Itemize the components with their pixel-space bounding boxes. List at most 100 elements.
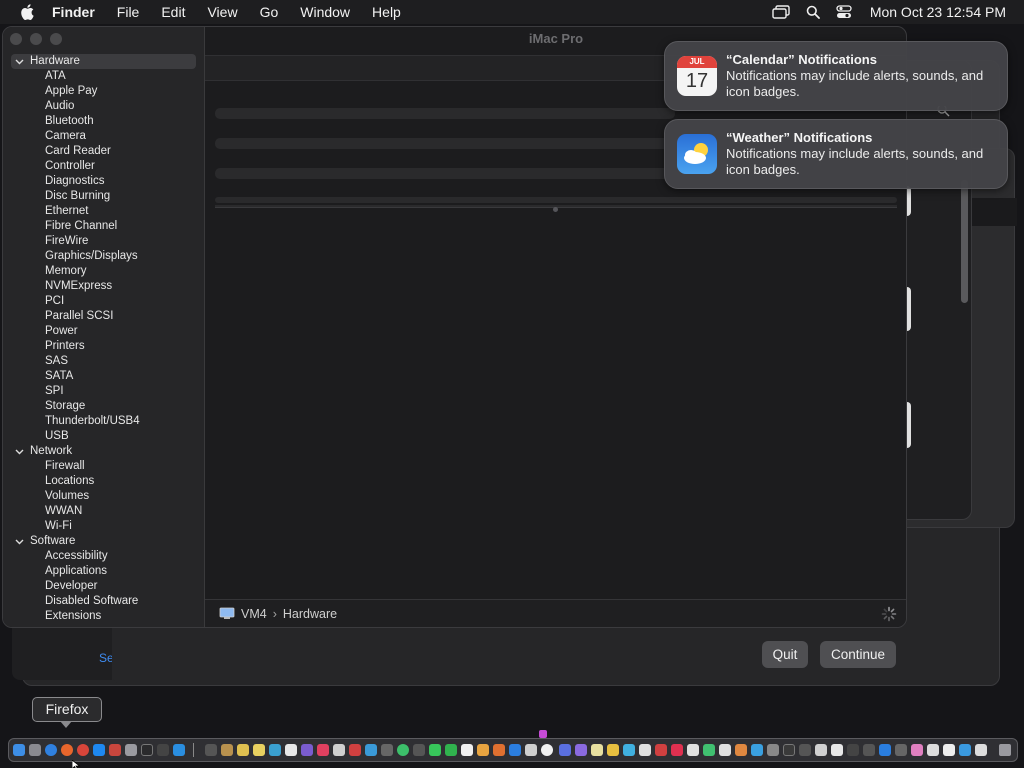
- screen-mirroring-icon[interactable]: [772, 5, 790, 19]
- continue-button[interactable]: Continue: [820, 641, 896, 668]
- dock-app-icon[interactable]: [477, 744, 489, 756]
- sidebar-item-volumes[interactable]: Volumes: [3, 489, 205, 504]
- facetime-dock-icon[interactable]: [445, 744, 457, 756]
- dock-app-icon[interactable]: [559, 744, 571, 756]
- sidebar-item-ata[interactable]: ATA: [3, 69, 205, 84]
- dock-app-icon[interactable]: [575, 744, 587, 756]
- finder-dock-icon[interactable]: [13, 744, 25, 756]
- clock-dock-icon[interactable]: [541, 744, 553, 756]
- sidebar-section-software[interactable]: Software: [3, 534, 205, 549]
- dock-app-icon[interactable]: [317, 744, 329, 756]
- dock-app-icon[interactable]: [687, 744, 699, 756]
- calendar-notification[interactable]: JUL 17 “Calendar” Notifications Notifica…: [664, 41, 1008, 111]
- dock-app-icon[interactable]: [959, 744, 971, 756]
- dock-app-icon[interactable]: [253, 744, 265, 756]
- sidebar-item-applications[interactable]: Applications: [3, 564, 205, 579]
- dock-app-icon[interactable]: [493, 744, 505, 756]
- sidebar-item-disabled-software[interactable]: Disabled Software: [3, 594, 205, 609]
- dock-app-icon[interactable]: [655, 744, 667, 756]
- launchpad-dock-icon[interactable]: [29, 744, 41, 756]
- sidebar-item-spi[interactable]: SPI: [3, 384, 205, 399]
- chevron-down-icon[interactable]: [15, 59, 25, 65]
- dock-app-icon[interactable]: [639, 744, 651, 756]
- search-icon[interactable]: [806, 5, 820, 19]
- zoom-window-button[interactable]: [50, 33, 62, 45]
- dock-app-icon[interactable]: [109, 744, 121, 756]
- dock-app-icon[interactable]: [607, 744, 619, 756]
- sidebar-item-locations[interactable]: Locations: [3, 474, 205, 489]
- dock-app-icon[interactable]: [911, 744, 923, 756]
- sidebar-item-audio[interactable]: Audio: [3, 99, 205, 114]
- app-store-dock-icon[interactable]: [93, 744, 105, 756]
- firefox-dock-icon[interactable]: [61, 744, 73, 756]
- sidebar-item-storage[interactable]: Storage: [3, 399, 205, 414]
- menu-file[interactable]: File: [117, 4, 140, 20]
- sidebar-item-wwan[interactable]: WWAN: [3, 504, 205, 519]
- sidebar-item-thunderbolt-usb4[interactable]: Thunderbolt/USB4: [3, 414, 205, 429]
- sidebar-item-controller[interactable]: Controller: [3, 159, 205, 174]
- dock-app-icon[interactable]: [365, 744, 377, 756]
- dock-app-icon[interactable]: [719, 744, 731, 756]
- sidebar-section-network[interactable]: Network: [3, 444, 205, 459]
- dock-app-icon[interactable]: [623, 744, 635, 756]
- trash-dock-icon[interactable]: [999, 744, 1011, 756]
- dock-app-icon[interactable]: [381, 744, 393, 756]
- dock-app-icon[interactable]: [349, 744, 361, 756]
- sidebar-item-firewire[interactable]: FireWire: [3, 234, 205, 249]
- terminal-dock-icon[interactable]: [141, 744, 153, 756]
- sidebar-item-diagnostics[interactable]: Diagnostics: [3, 174, 205, 189]
- dock-app-icon[interactable]: [157, 744, 169, 756]
- sidebar-item-ethernet[interactable]: Ethernet: [3, 204, 205, 219]
- messages-dock-icon[interactable]: [429, 744, 441, 756]
- dock-app-icon[interactable]: [591, 744, 603, 756]
- safari-dock-icon[interactable]: [45, 744, 57, 756]
- sidebar-item-memory[interactable]: Memory: [3, 264, 205, 279]
- menu-go[interactable]: Go: [260, 4, 279, 20]
- dock-app-icon[interactable]: [943, 744, 955, 756]
- close-window-button[interactable]: [10, 33, 22, 45]
- menubar-clock[interactable]: Mon Oct 23 12:54 PM: [870, 4, 1006, 20]
- sidebar-item-developer[interactable]: Developer: [3, 579, 205, 594]
- sidebar-item-sata[interactable]: SATA: [3, 369, 205, 384]
- sidebar-item-apple-pay[interactable]: Apple Pay: [3, 84, 205, 99]
- dock-app-icon[interactable]: [285, 744, 297, 756]
- dock-app-icon[interactable]: [831, 744, 843, 756]
- sidebar-item-firewall[interactable]: Firewall: [3, 459, 205, 474]
- minimize-window-button[interactable]: [30, 33, 42, 45]
- dock-app-icon[interactable]: [847, 744, 859, 756]
- menu-window[interactable]: Window: [300, 4, 350, 20]
- chevron-down-icon[interactable]: [15, 449, 25, 455]
- apple-menu-icon[interactable]: [20, 4, 34, 20]
- calendar-dock-icon[interactable]: [461, 744, 473, 756]
- dock-app-icon[interactable]: [735, 744, 747, 756]
- dock-app-icon[interactable]: [301, 744, 313, 756]
- sidebar-item-fibre-channel[interactable]: Fibre Channel: [3, 219, 205, 234]
- sidebar-item-bluetooth[interactable]: Bluetooth: [3, 114, 205, 129]
- split-divider-handle[interactable]: [553, 207, 558, 212]
- dock-app-icon[interactable]: [525, 744, 537, 756]
- sidebar-item-wi-fi[interactable]: Wi-Fi: [3, 519, 205, 534]
- dock-app-icon[interactable]: [815, 744, 827, 756]
- control-center-icon[interactable]: [836, 5, 852, 19]
- dock-app-icon[interactable]: [895, 744, 907, 756]
- bluetooth-dock-icon[interactable]: [879, 744, 891, 756]
- path-computer-name[interactable]: VM4: [241, 607, 267, 621]
- sidebar-item-power[interactable]: Power: [3, 324, 205, 339]
- dock-app-icon[interactable]: [671, 744, 683, 756]
- sidebar-item-card-reader[interactable]: Card Reader: [3, 144, 205, 159]
- dock-app-icon[interactable]: [397, 744, 409, 756]
- sidebar-item-sas[interactable]: SAS: [3, 354, 205, 369]
- dock-app-icon[interactable]: [783, 744, 795, 756]
- menu-view[interactable]: View: [207, 4, 237, 20]
- background-scrollbar-thumb[interactable]: [961, 180, 968, 303]
- dock-app-icon[interactable]: [413, 744, 425, 756]
- dock-app-icon[interactable]: [509, 744, 521, 756]
- sidebar-item-graphics-displays[interactable]: Graphics/Displays: [3, 249, 205, 264]
- sidebar-item-parallel-scsi[interactable]: Parallel SCSI: [3, 309, 205, 324]
- dock-app-icon[interactable]: [927, 744, 939, 756]
- chevron-down-icon[interactable]: [15, 539, 25, 545]
- dock-app-icon[interactable]: [333, 744, 345, 756]
- dock-app-icon[interactable]: [269, 744, 281, 756]
- dock-app-icon[interactable]: [125, 744, 137, 756]
- menu-app-name[interactable]: Finder: [52, 4, 95, 20]
